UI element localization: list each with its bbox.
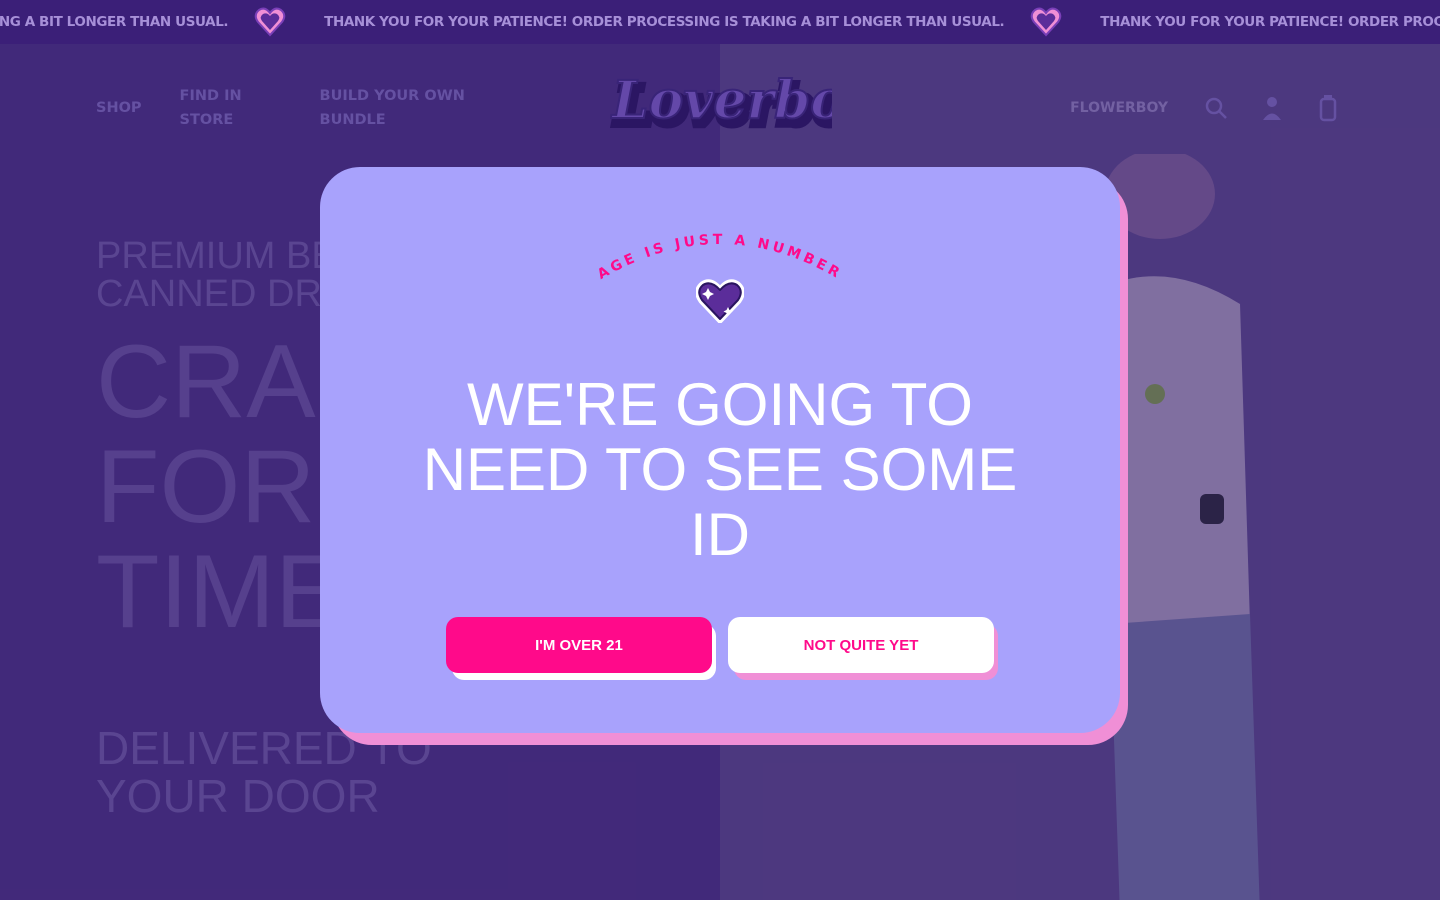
announcement-text: THANK YOU FOR YOUR PATIENCE! ORDER PROCE… [0, 14, 229, 30]
over-21-button[interactable]: I'M OVER 21 [446, 617, 712, 673]
announcement-text: THANK YOU FOR YOUR PATIENCE! ORDER PROCE… [1100, 14, 1440, 30]
announcement-track: THANK YOU FOR YOUR PATIENCE! ORDER PROCE… [0, 0, 1440, 44]
announcement-item: THANK YOU FOR YOUR PATIENCE! ORDER PROCE… [324, 6, 1100, 38]
announcement-item: THANK YOU FOR YOUR PATIENCE! ORDER PROCE… [0, 6, 324, 38]
heart-icon [254, 6, 286, 38]
heart-icon [696, 279, 744, 323]
announcement-text: THANK YOU FOR YOUR PATIENCE! ORDER PROCE… [324, 14, 1005, 30]
announcement-item: THANK YOU FOR YOUR PATIENCE! ORDER PROCE… [1100, 6, 1440, 38]
heart-icon [1030, 6, 1062, 38]
age-tagline-arc: AGE IS JUST A NUMBER [595, 232, 845, 283]
svg-text:AGE IS JUST A NUMBER: AGE IS JUST A NUMBER [595, 232, 845, 283]
age-tagline: AGE IS JUST A NUMBER [595, 232, 842, 283]
announcement-bar: THANK YOU FOR YOUR PATIENCE! ORDER PROCE… [0, 0, 1440, 44]
not-quite-yet-button[interactable]: NOT QUITE YET [728, 617, 994, 673]
modal-title: WE'RE GOING TO NEED TO SEE SOME ID [422, 371, 1018, 568]
